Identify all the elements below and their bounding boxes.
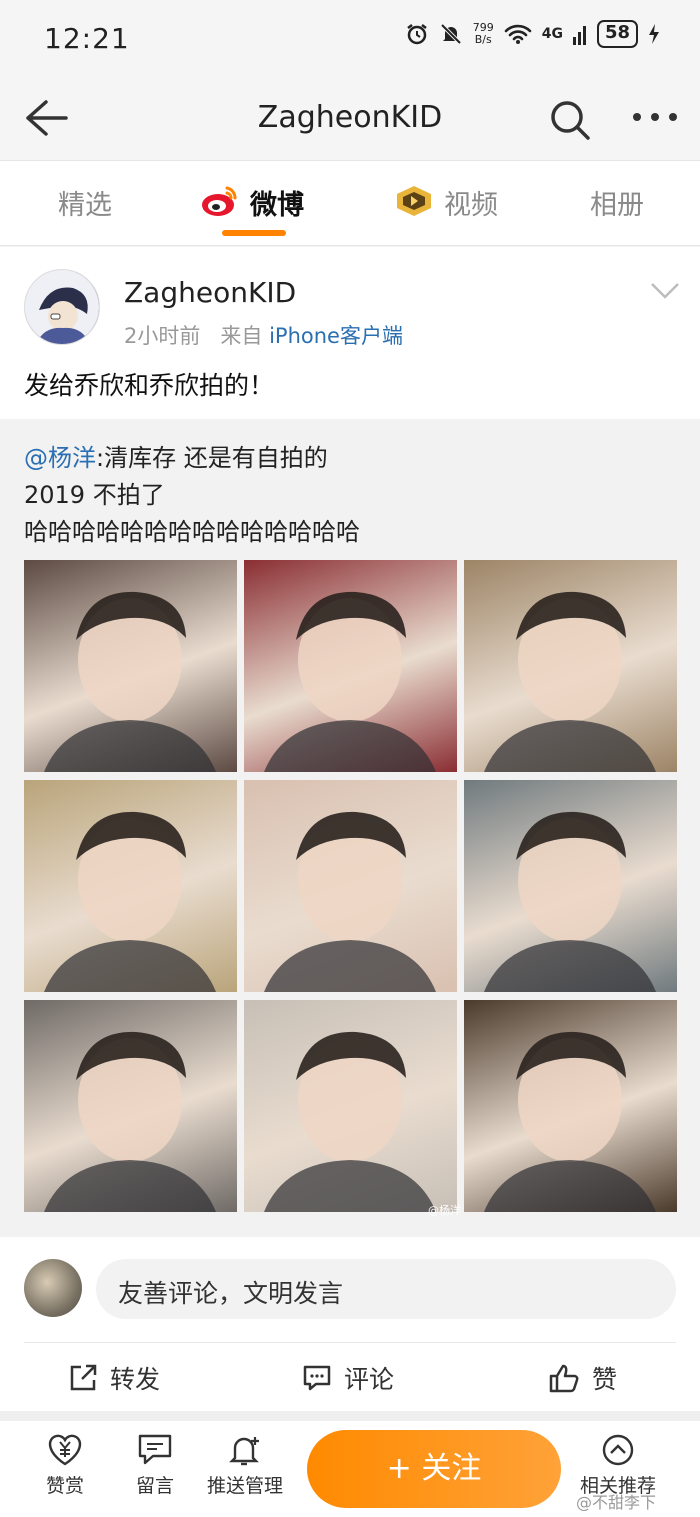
user-avatar[interactable] (24, 269, 100, 345)
share-icon (70, 1364, 97, 1391)
image-watermark: @杨洋 (428, 1204, 461, 1217)
repost-line-1: @杨洋:清库存 还是有自拍的 (24, 438, 328, 473)
like-label: 赞 (592, 1365, 618, 1394)
follow-button[interactable]: + 关注 (307, 1430, 561, 1508)
photo-thumbnail[interactable] (244, 560, 457, 772)
photo-thumbnail[interactable] (244, 780, 457, 992)
signal-icon (572, 26, 586, 45)
status-time: 12:21 (44, 22, 130, 55)
wifi-icon (504, 24, 532, 44)
network-type: 4G (541, 26, 563, 42)
photo-thumbnail[interactable] (464, 780, 677, 992)
photo-thumbnail[interactable] (464, 560, 677, 772)
like-button[interactable]: 赞 (548, 1360, 617, 1396)
tab-active-indicator (222, 230, 286, 236)
status-icons: 799 B/s 4G 58 (405, 20, 660, 48)
repost-mention[interactable]: @杨洋 (24, 444, 96, 472)
bell-plus-icon (229, 1437, 259, 1466)
divider (24, 1342, 676, 1343)
avatar-illustration (25, 270, 99, 344)
alarm-icon (406, 24, 427, 45)
tab-album[interactable]: 相册 (590, 183, 644, 222)
message-label: 留言 (136, 1475, 175, 1497)
photo-thumbnail[interactable] (464, 1000, 677, 1212)
page-title: ZagheonKID (257, 100, 443, 135)
chevron-down-icon[interactable] (650, 282, 680, 300)
tab-video[interactable]: 视频 (444, 183, 498, 222)
search-icon[interactable] (548, 98, 592, 142)
post-username[interactable]: ZagheonKID (124, 276, 296, 309)
repost-label: 转发 (110, 1365, 161, 1394)
repost-line-2: 2019 不拍了 (24, 481, 165, 509)
post-source[interactable]: iPhone客户端 (269, 324, 403, 348)
repost-button[interactable]: 转发 (68, 1360, 160, 1396)
message-button[interactable]: 留言 (136, 1433, 174, 1498)
photo-thumbnail[interactable] (24, 780, 237, 992)
tab-featured[interactable]: 精选 (58, 183, 112, 222)
yuan-icon (48, 1434, 82, 1466)
photo-thumbnail[interactable] (24, 560, 237, 772)
video-icon (397, 186, 431, 216)
photo-thumbnail[interactable] (244, 1000, 457, 1212)
chevron-up-circle-icon (602, 1434, 634, 1466)
comment-placeholder: 友善评论，文明发言 (118, 1279, 344, 1308)
reward-button[interactable]: 赞赏 (46, 1433, 84, 1498)
net-speed: 799 B/s (473, 22, 494, 46)
net-speed-unit: B/s (474, 33, 492, 46)
repost-line-3: 哈哈哈哈哈哈哈哈哈哈哈哈哈哈 (24, 518, 360, 546)
tab-weibo[interactable]: 微博 (250, 183, 304, 222)
post-source-prefix: 来自 (220, 324, 263, 348)
post-meta: 2小时前 来自 iPhone客户端 (124, 320, 403, 350)
post-time: 2小时前 (124, 324, 201, 348)
comment-icon (303, 1365, 331, 1391)
message-icon (138, 1434, 172, 1465)
thumbs-up-icon (549, 1364, 579, 1393)
battery-indicator: 58 (596, 20, 638, 48)
comment-label: 评论 (344, 1365, 395, 1394)
post-text: 发给乔欣和乔欣拍的！ (24, 371, 275, 400)
comment-button[interactable]: 评论 (302, 1360, 394, 1396)
weibo-logo-icon (202, 186, 237, 216)
reward-label: 赞赏 (46, 1475, 85, 1497)
mute-bell-icon (440, 23, 462, 45)
charging-icon (649, 24, 659, 44)
more-icon[interactable] (632, 112, 678, 122)
section-gap (0, 1411, 700, 1421)
photo-thumbnail[interactable] (24, 1000, 237, 1212)
watermark: @不甜李下 (576, 1493, 657, 1512)
push-settings-button[interactable]: 推送管理 (207, 1433, 283, 1498)
push-label: 推送管理 (207, 1475, 284, 1497)
repost-text-1: :清库存 还是有自拍的 (96, 444, 328, 472)
commenter-avatar (24, 1259, 82, 1317)
